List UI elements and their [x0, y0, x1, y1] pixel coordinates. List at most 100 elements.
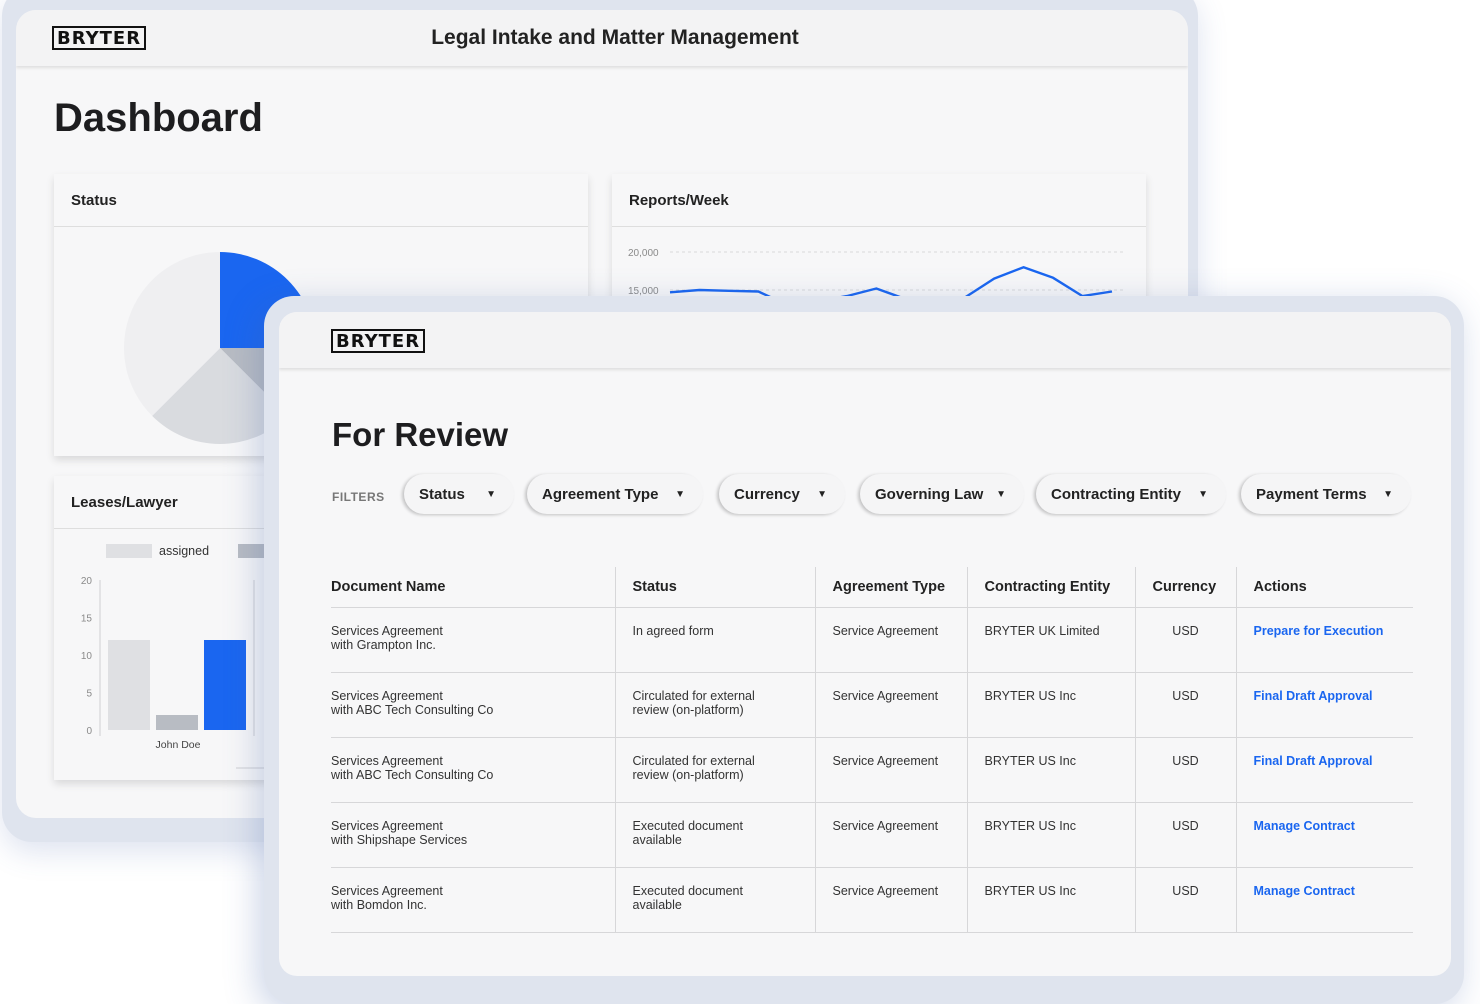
dashboard-header: BRYTER Legal Intake and Matter Managemen… [16, 10, 1188, 66]
divider [612, 226, 1146, 227]
caret-down-icon: ▼ [675, 489, 685, 500]
contracting-entity-cell: BRYTER UK Limited [966, 607, 1135, 673]
status-line: Circulated for external [632, 754, 755, 768]
filter-governing-law[interactable]: Governing Law ▼ [860, 474, 1024, 514]
column-header-currency[interactable]: Currency [1134, 567, 1236, 608]
table-row[interactable]: Services Agreement with Grampton Inc. In … [331, 607, 1413, 673]
caret-down-icon: ▼ [1198, 489, 1208, 500]
agreement-type-cell: Service Agreement [814, 737, 967, 803]
document-name-line: with ABC Tech Consulting Co [331, 702, 494, 717]
page-title: For Review [332, 416, 509, 453]
actions-cell: Manage Contract [1235, 802, 1413, 868]
action-link-manage-contract[interactable]: Manage Contract [1254, 884, 1355, 898]
column-header-actions: Actions [1235, 567, 1413, 608]
contracting-entity-cell: BRYTER US Inc [966, 672, 1135, 738]
actions-cell: Final Draft Approval [1235, 672, 1413, 738]
agreement-type-cell: Service Agreement [814, 802, 967, 868]
action-link-final-draft-approval[interactable]: Final Draft Approval [1254, 689, 1373, 703]
action-link-final-draft-approval[interactable]: Final Draft Approval [1254, 754, 1373, 768]
currency-cell: USD [1134, 672, 1236, 738]
column-header-status[interactable]: Status [614, 567, 815, 608]
status-line: review (on-platform) [632, 702, 744, 717]
filter-status[interactable]: Status ▼ [404, 474, 514, 514]
table-row[interactable]: Services Agreement with Bomdon Inc. Execu… [331, 867, 1413, 933]
bar-2 [204, 640, 246, 730]
agreement-type-cell: Service Agreement [814, 672, 967, 738]
currency-cell: USD [1134, 607, 1236, 673]
status-cell: Circulated for external review (on-platfo… [614, 737, 815, 803]
status-line: review (on-platform) [632, 767, 744, 782]
reports-card-title: Reports/Week [629, 192, 729, 209]
currency-cell: USD [1134, 737, 1236, 803]
review-table: Document Name Status Agreement Type Cont… [331, 567, 1413, 933]
table-header-row: Document Name Status Agreement Type Cont… [331, 567, 1413, 608]
table-row[interactable]: Services Agreement with ABC Tech Consulti… [331, 672, 1413, 738]
status-line: Executed document [632, 819, 744, 833]
document-name-cell: Services Agreement with ABC Tech Consulti… [331, 737, 615, 803]
contracting-entity-cell: BRYTER US Inc [966, 867, 1135, 933]
y-tick-label: 20 [81, 576, 93, 587]
status-cell: Executed document available [614, 867, 815, 933]
document-name-cell: Services Agreement with Shipshape Service… [331, 802, 615, 868]
table-row[interactable]: Services Agreement with ABC Tech Consulti… [331, 737, 1413, 803]
legend-swatch-assigned [106, 544, 152, 558]
document-name-line: Services Agreement [331, 819, 443, 833]
app-title: Legal Intake and Matter Management [431, 26, 799, 49]
contracting-entity-cell: BRYTER US Inc [966, 802, 1135, 868]
filter-agreement-type[interactable]: Agreement Type ▼ [527, 474, 703, 514]
column-header-document-name[interactable]: Document Name [331, 567, 615, 608]
actions-cell: Prepare for Execution [1235, 607, 1413, 673]
currency-cell: USD [1134, 867, 1236, 933]
actions-cell: Final Draft Approval [1235, 737, 1413, 803]
filter-payment-terms[interactable]: Payment Terms ▼ [1241, 474, 1411, 514]
bar-group [108, 640, 246, 730]
action-link-prepare-for-execution[interactable]: Prepare for Execution [1254, 624, 1384, 638]
agreement-type-cell: Service Agreement [814, 607, 967, 673]
y-tick-label: 15 [81, 614, 93, 625]
filter-contracting-entity[interactable]: Contracting Entity ▼ [1036, 474, 1226, 514]
filter-label: Currency [734, 485, 800, 503]
document-name-line: with ABC Tech Consulting Co [331, 767, 494, 782]
action-link-manage-contract[interactable]: Manage Contract [1254, 819, 1355, 833]
divider [54, 226, 588, 227]
filter-label: Status [419, 485, 465, 503]
bar-1 [156, 715, 198, 730]
document-name-cell: Services Agreement with Bomdon Inc. [331, 867, 615, 933]
filter-label: Governing Law [875, 485, 984, 503]
document-name-line: with Grampton Inc. [331, 637, 436, 652]
x-category-label: John Doe [156, 739, 201, 751]
caret-down-icon: ▼ [1383, 489, 1393, 500]
document-name-line: Services Agreement [331, 754, 443, 768]
status-cell: Executed document available [614, 802, 815, 868]
y-tick-label: 5 [86, 689, 92, 700]
filter-currency[interactable]: Currency ▼ [719, 474, 845, 514]
bryter-logo[interactable]: BRYTER [331, 329, 426, 353]
table-row[interactable]: Services Agreement with Shipshape Service… [331, 802, 1413, 868]
column-header-agreement-type[interactable]: Agreement Type [814, 567, 967, 608]
bar-0 [108, 640, 150, 730]
review-window: BRYTER For Review FILTERS Status ▼ Agreem… [264, 296, 1464, 1004]
filter-label: Payment Terms [1256, 485, 1367, 503]
page-title: Dashboard [54, 96, 263, 140]
y-tick-label: 0 [86, 726, 92, 737]
caret-down-icon: ▼ [817, 489, 827, 500]
filter-label: Agreement Type [542, 485, 659, 503]
caret-down-icon: ▼ [486, 489, 496, 500]
status-cell: In agreed form [614, 607, 815, 673]
status-line: Circulated for external [632, 689, 755, 703]
column-header-contracting-entity[interactable]: Contracting Entity [966, 567, 1135, 608]
filter-bar: Status ▼ Agreement Type ▼ Currency ▼ Govern… [279, 474, 1451, 518]
y-tick-label: 20,000 [628, 248, 659, 259]
status-card-title: Status [71, 192, 117, 209]
status-line: In agreed form [632, 624, 714, 638]
document-name-line: Services Agreement [331, 624, 443, 638]
y-tick-label: 10 [81, 651, 93, 662]
currency-cell: USD [1134, 802, 1236, 868]
status-line: available [632, 832, 682, 847]
legend-label-assigned: assigned [159, 544, 209, 558]
review-window-content: BRYTER For Review FILTERS Status ▼ Agreem… [279, 312, 1451, 976]
filter-label: Contracting Entity [1051, 485, 1181, 503]
status-line: available [632, 897, 682, 912]
status-line: Executed document [632, 884, 744, 898]
document-name-line: with Shipshape Services [331, 832, 468, 847]
